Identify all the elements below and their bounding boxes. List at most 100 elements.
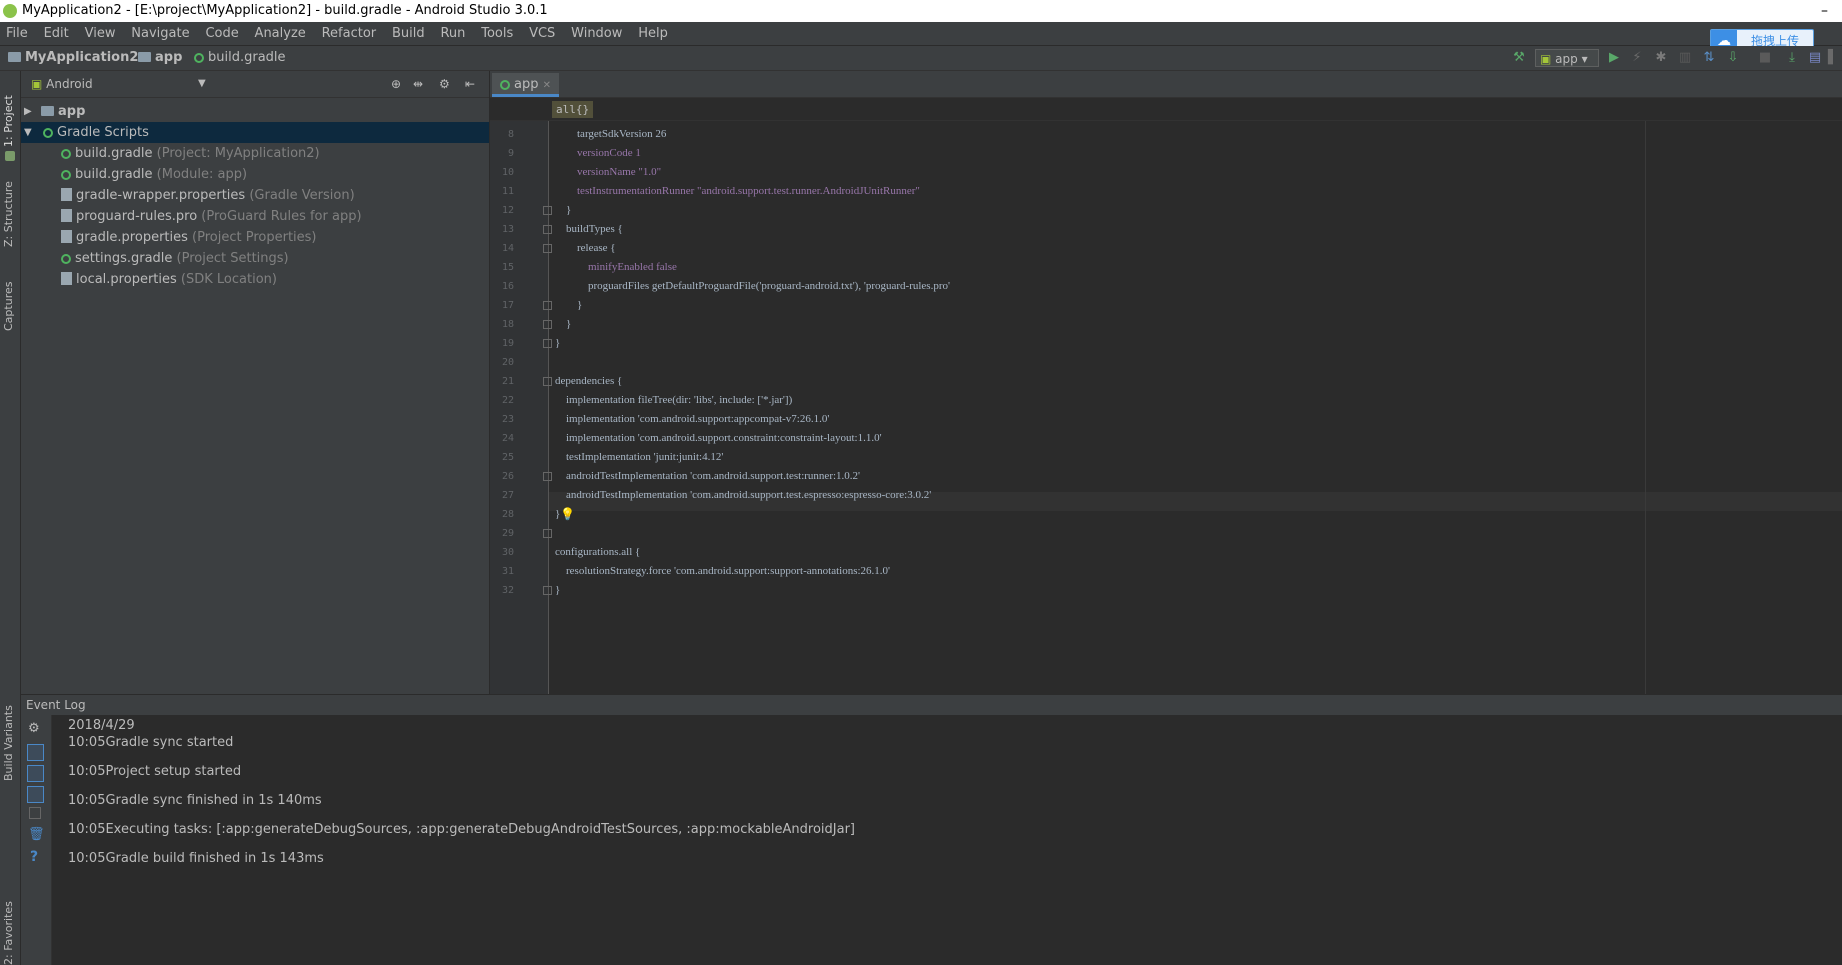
- debug-icon[interactable]: ✱: [1652, 49, 1670, 67]
- menu-tools[interactable]: Tools: [475, 22, 519, 45]
- code-line[interactable]: versionCode 1: [555, 144, 641, 163]
- chevron-down-icon[interactable]: ▼: [24, 122, 32, 143]
- fold-marker-icon[interactable]: [543, 244, 552, 253]
- gear-icon[interactable]: ⚙: [439, 71, 450, 97]
- code-line[interactable]: implementation 'com.android.support:appc…: [555, 410, 829, 429]
- menu-edit[interactable]: Edit: [38, 22, 75, 45]
- trash-icon[interactable]: 🗑: [28, 827, 45, 842]
- code-line[interactable]: configurations.all {: [555, 543, 640, 562]
- code-line[interactable]: }: [555, 201, 571, 220]
- tab-project[interactable]: 1: Project: [2, 77, 15, 147]
- fold-marker-icon[interactable]: [543, 529, 552, 538]
- lightbulb-icon[interactable]: 💡: [560, 505, 575, 524]
- breadcrumb-project[interactable]: MyApplication2: [8, 46, 138, 70]
- tree-item-app[interactable]: ▶ app: [21, 101, 489, 122]
- breadcrumb-file[interactable]: build.gradle: [194, 46, 286, 70]
- code-line[interactable]: release {: [555, 239, 616, 258]
- line-number: 20: [501, 357, 514, 368]
- fold-marker-icon[interactable]: [543, 206, 552, 215]
- fold-marker-icon[interactable]: [543, 339, 552, 348]
- sync-gradle-icon[interactable]: ⇩: [1724, 49, 1742, 67]
- collapse-all-icon[interactable]: ⇹: [413, 71, 423, 97]
- tree-item-gradle-scripts[interactable]: ▼ Gradle Scripts: [21, 122, 489, 143]
- stop-icon[interactable]: ■: [1756, 49, 1774, 67]
- code-line[interactable]: resolutionStrategy.force 'com.android.su…: [555, 562, 890, 581]
- close-icon[interactable]: ✕: [543, 80, 551, 91]
- code-line[interactable]: testImplementation 'junit:junit:4.12': [555, 448, 723, 467]
- show-balloons-icon[interactable]: [27, 744, 44, 761]
- editor-breadcrumb-chip[interactable]: all{}: [552, 101, 594, 118]
- code-line[interactable]: implementation 'com.android.support.cons…: [555, 429, 882, 448]
- project-view-selector[interactable]: ▣ Android: [31, 71, 93, 97]
- menu-file[interactable]: File: [0, 22, 34, 45]
- menu-analyze[interactable]: Analyze: [249, 22, 312, 45]
- breadcrumb-module[interactable]: app: [138, 46, 182, 70]
- code-line[interactable]: dependencies {: [555, 372, 622, 391]
- tab-build-variants[interactable]: Build Variants: [2, 681, 15, 781]
- code-line[interactable]: minifyEnabled false: [555, 258, 677, 277]
- tab-structure[interactable]: Z: Structure: [2, 167, 15, 247]
- run-icon[interactable]: ▶: [1605, 49, 1623, 67]
- fold-marker-icon[interactable]: [543, 377, 552, 386]
- fold-marker-icon[interactable]: [543, 301, 552, 310]
- code-line[interactable]: proguardFiles getDefaultProguardFile('pr…: [555, 277, 950, 296]
- fold-marker-icon[interactable]: [543, 586, 552, 595]
- tree-item-local-properties[interactable]: local.properties (SDK Location): [21, 269, 489, 290]
- code-line[interactable]: targetSdkVersion 26: [555, 125, 666, 144]
- attach-debugger-icon[interactable]: ⇅: [1700, 49, 1718, 67]
- menu-refactor[interactable]: Refactor: [316, 22, 383, 45]
- editor-tab-bar: app ✕: [490, 71, 1842, 98]
- menu-build[interactable]: Build: [386, 22, 431, 45]
- menu-run[interactable]: Run: [434, 22, 471, 45]
- line-number: 16: [501, 281, 514, 292]
- scroll-to-end-icon[interactable]: [27, 786, 44, 803]
- tab-captures[interactable]: Captures: [2, 261, 15, 331]
- run-config-dropdown[interactable]: ▣ app ▾: [1535, 49, 1599, 67]
- menu-code[interactable]: Code: [199, 22, 244, 45]
- code-line[interactable]: androidTestImplementation 'com.android.s…: [555, 467, 860, 486]
- tree-item-label: build.gradle: [75, 146, 153, 161]
- code-line[interactable]: }: [555, 505, 560, 524]
- search-everywhere-icon[interactable]: ▌: [1824, 49, 1842, 67]
- tree-item-build-gradle-module[interactable]: build.gradle (Module: app): [21, 164, 489, 185]
- chevron-right-icon[interactable]: ▶: [24, 101, 32, 122]
- editor-tab-app[interactable]: app ✕: [492, 73, 560, 97]
- code-line[interactable]: }: [555, 296, 582, 315]
- minimize-button[interactable]: –: [1821, 0, 1828, 22]
- menu-vcs[interactable]: VCS: [523, 22, 561, 45]
- settings-icon[interactable]: ⚙: [28, 721, 40, 736]
- apply-changes-icon[interactable]: ⚡: [1628, 49, 1646, 67]
- code-line[interactable]: buildTypes {: [555, 220, 623, 239]
- menu-help[interactable]: Help: [632, 22, 674, 45]
- tree-item-build-gradle-project[interactable]: build.gradle (Project: MyApplication2): [21, 143, 489, 164]
- menu-navigate[interactable]: Navigate: [125, 22, 195, 45]
- mark-all-read-icon[interactable]: [29, 807, 41, 819]
- tab-favorites[interactable]: 2: Favorites: [2, 896, 15, 965]
- tree-item-proguard-rules[interactable]: proguard-rules.pro (ProGuard Rules for a…: [21, 206, 489, 227]
- fold-marker-icon[interactable]: [543, 472, 552, 481]
- code-line[interactable]: implementation fileTree(dir: 'libs', inc…: [555, 391, 792, 410]
- profile-icon[interactable]: ▥: [1676, 49, 1694, 67]
- code-line[interactable]: }: [555, 334, 560, 353]
- code-line[interactable]: }: [555, 315, 571, 334]
- make-project-hammer-icon[interactable]: ⚒: [1510, 49, 1528, 67]
- hide-panel-icon[interactable]: ⇤: [465, 71, 475, 97]
- code-line[interactable]: androidTestImplementation 'com.android.s…: [555, 486, 931, 505]
- avd-manager-icon[interactable]: ▤: [1806, 49, 1824, 67]
- fold-marker-icon[interactable]: [543, 225, 552, 234]
- locate-file-icon[interactable]: ⊕: [391, 71, 401, 97]
- chevron-down-icon[interactable]: ▼: [198, 71, 206, 97]
- code-line[interactable]: versionName "1.0": [555, 163, 661, 182]
- project-tool-icon: [5, 151, 15, 161]
- tree-item-gradle-wrapper-properties[interactable]: gradle-wrapper.properties (Gradle Versio…: [21, 185, 489, 206]
- tree-item-gradle-properties[interactable]: gradle.properties (Project Properties): [21, 227, 489, 248]
- menu-window[interactable]: Window: [565, 22, 628, 45]
- fold-marker-icon[interactable]: [543, 320, 552, 329]
- help-icon[interactable]: ?: [30, 849, 38, 865]
- sdk-manager-icon[interactable]: ⤓: [1783, 49, 1801, 67]
- code-line[interactable]: testInstrumentationRunner "android.suppo…: [555, 182, 920, 201]
- tree-item-settings-gradle[interactable]: settings.gradle (Project Settings): [21, 248, 489, 269]
- code-line[interactable]: }: [555, 581, 560, 600]
- menu-view[interactable]: View: [79, 22, 122, 45]
- filter-icon[interactable]: [27, 765, 44, 782]
